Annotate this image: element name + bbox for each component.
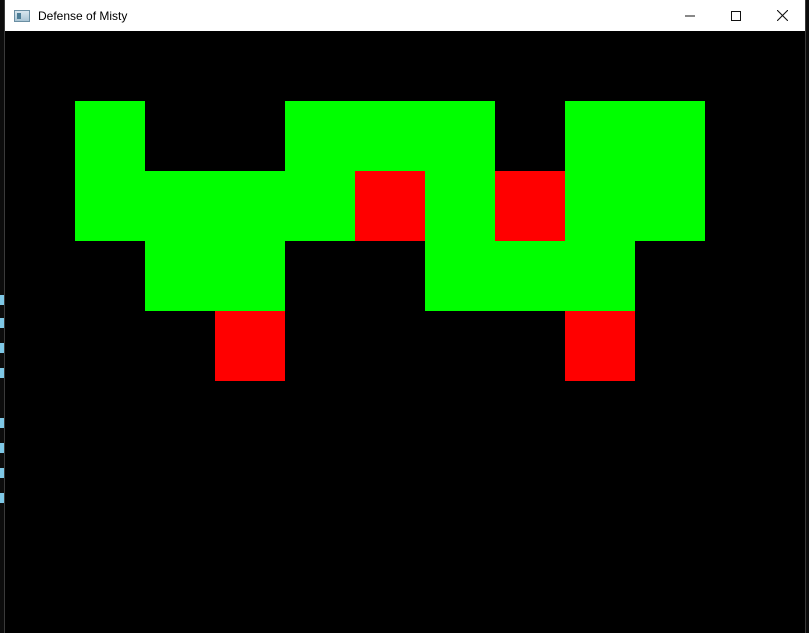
path-tile: [495, 241, 565, 311]
window-controls: [667, 0, 805, 31]
path-tile: [75, 101, 145, 171]
background-text-fragment: [0, 295, 4, 305]
background-text-fragment: [0, 343, 4, 353]
background-text-fragment: [0, 468, 4, 478]
path-tile: [565, 171, 635, 241]
close-icon: [776, 10, 788, 21]
enemy-tile: [215, 311, 285, 381]
path-tile: [285, 101, 355, 171]
game-window: Defense of Misty: [5, 0, 805, 633]
path-tile: [145, 171, 215, 241]
path-tile: [145, 241, 215, 311]
background-text-fragment: [0, 493, 4, 503]
enemy-tile: [355, 171, 425, 241]
path-tile: [425, 171, 495, 241]
path-tile: [635, 171, 705, 241]
path-tile: [75, 171, 145, 241]
background-text-fragment: [0, 418, 4, 428]
path-tile: [215, 241, 285, 311]
maximize-button[interactable]: [713, 0, 759, 31]
path-tile: [425, 241, 495, 311]
enemy-tile: [565, 311, 635, 381]
close-button[interactable]: [759, 0, 805, 31]
app-window-icon[interactable]: [14, 9, 30, 22]
window-title: Defense of Misty: [38, 8, 128, 23]
path-tile: [565, 241, 635, 311]
path-tile: [425, 101, 495, 171]
background-text-fragment: [0, 368, 4, 378]
minimize-button[interactable]: [667, 0, 713, 31]
path-tile: [215, 171, 285, 241]
minimize-icon: [685, 15, 695, 16]
game-canvas[interactable]: [5, 31, 805, 633]
background-text-fragment: [0, 318, 4, 328]
maximize-icon: [731, 10, 741, 21]
path-tile: [635, 101, 705, 171]
path-tile: [565, 101, 635, 171]
path-tile: [355, 101, 425, 171]
enemy-tile: [495, 171, 565, 241]
path-tile: [285, 171, 355, 241]
background-text-fragment: [0, 443, 4, 453]
title-bar[interactable]: Defense of Misty: [5, 0, 805, 31]
